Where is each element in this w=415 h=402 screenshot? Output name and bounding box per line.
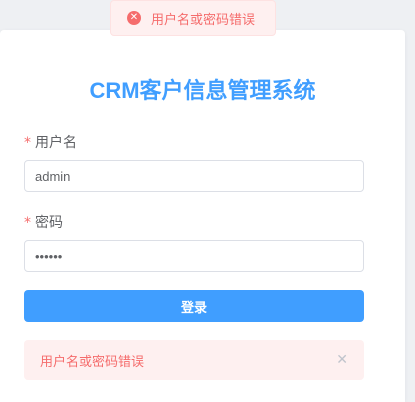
username-label-text: 用户名 — [35, 135, 77, 151]
page-title: CRM客户信息管理系统 — [89, 78, 316, 103]
error-alert: 用户名或密码错误 ✕ — [24, 340, 364, 380]
password-label-text: 密码 — [35, 215, 63, 231]
alert-message: 用户名或密码错误 — [40, 354, 145, 370]
username-input[interactable] — [24, 160, 364, 192]
password-input[interactable] — [24, 240, 364, 272]
close-icon[interactable]: ✕ — [336, 352, 348, 368]
error-circle-icon: ✕ — [127, 11, 141, 25]
error-toast: ✕ 用户名或密码错误 — [110, 0, 276, 36]
required-mark: * — [24, 135, 31, 151]
required-mark: * — [24, 215, 31, 231]
login-button[interactable]: 登录 — [24, 290, 364, 322]
username-label: * 用户名 — [24, 132, 77, 152]
password-label: * 密码 — [24, 212, 63, 232]
toast-message: 用户名或密码错误 — [151, 12, 256, 28]
